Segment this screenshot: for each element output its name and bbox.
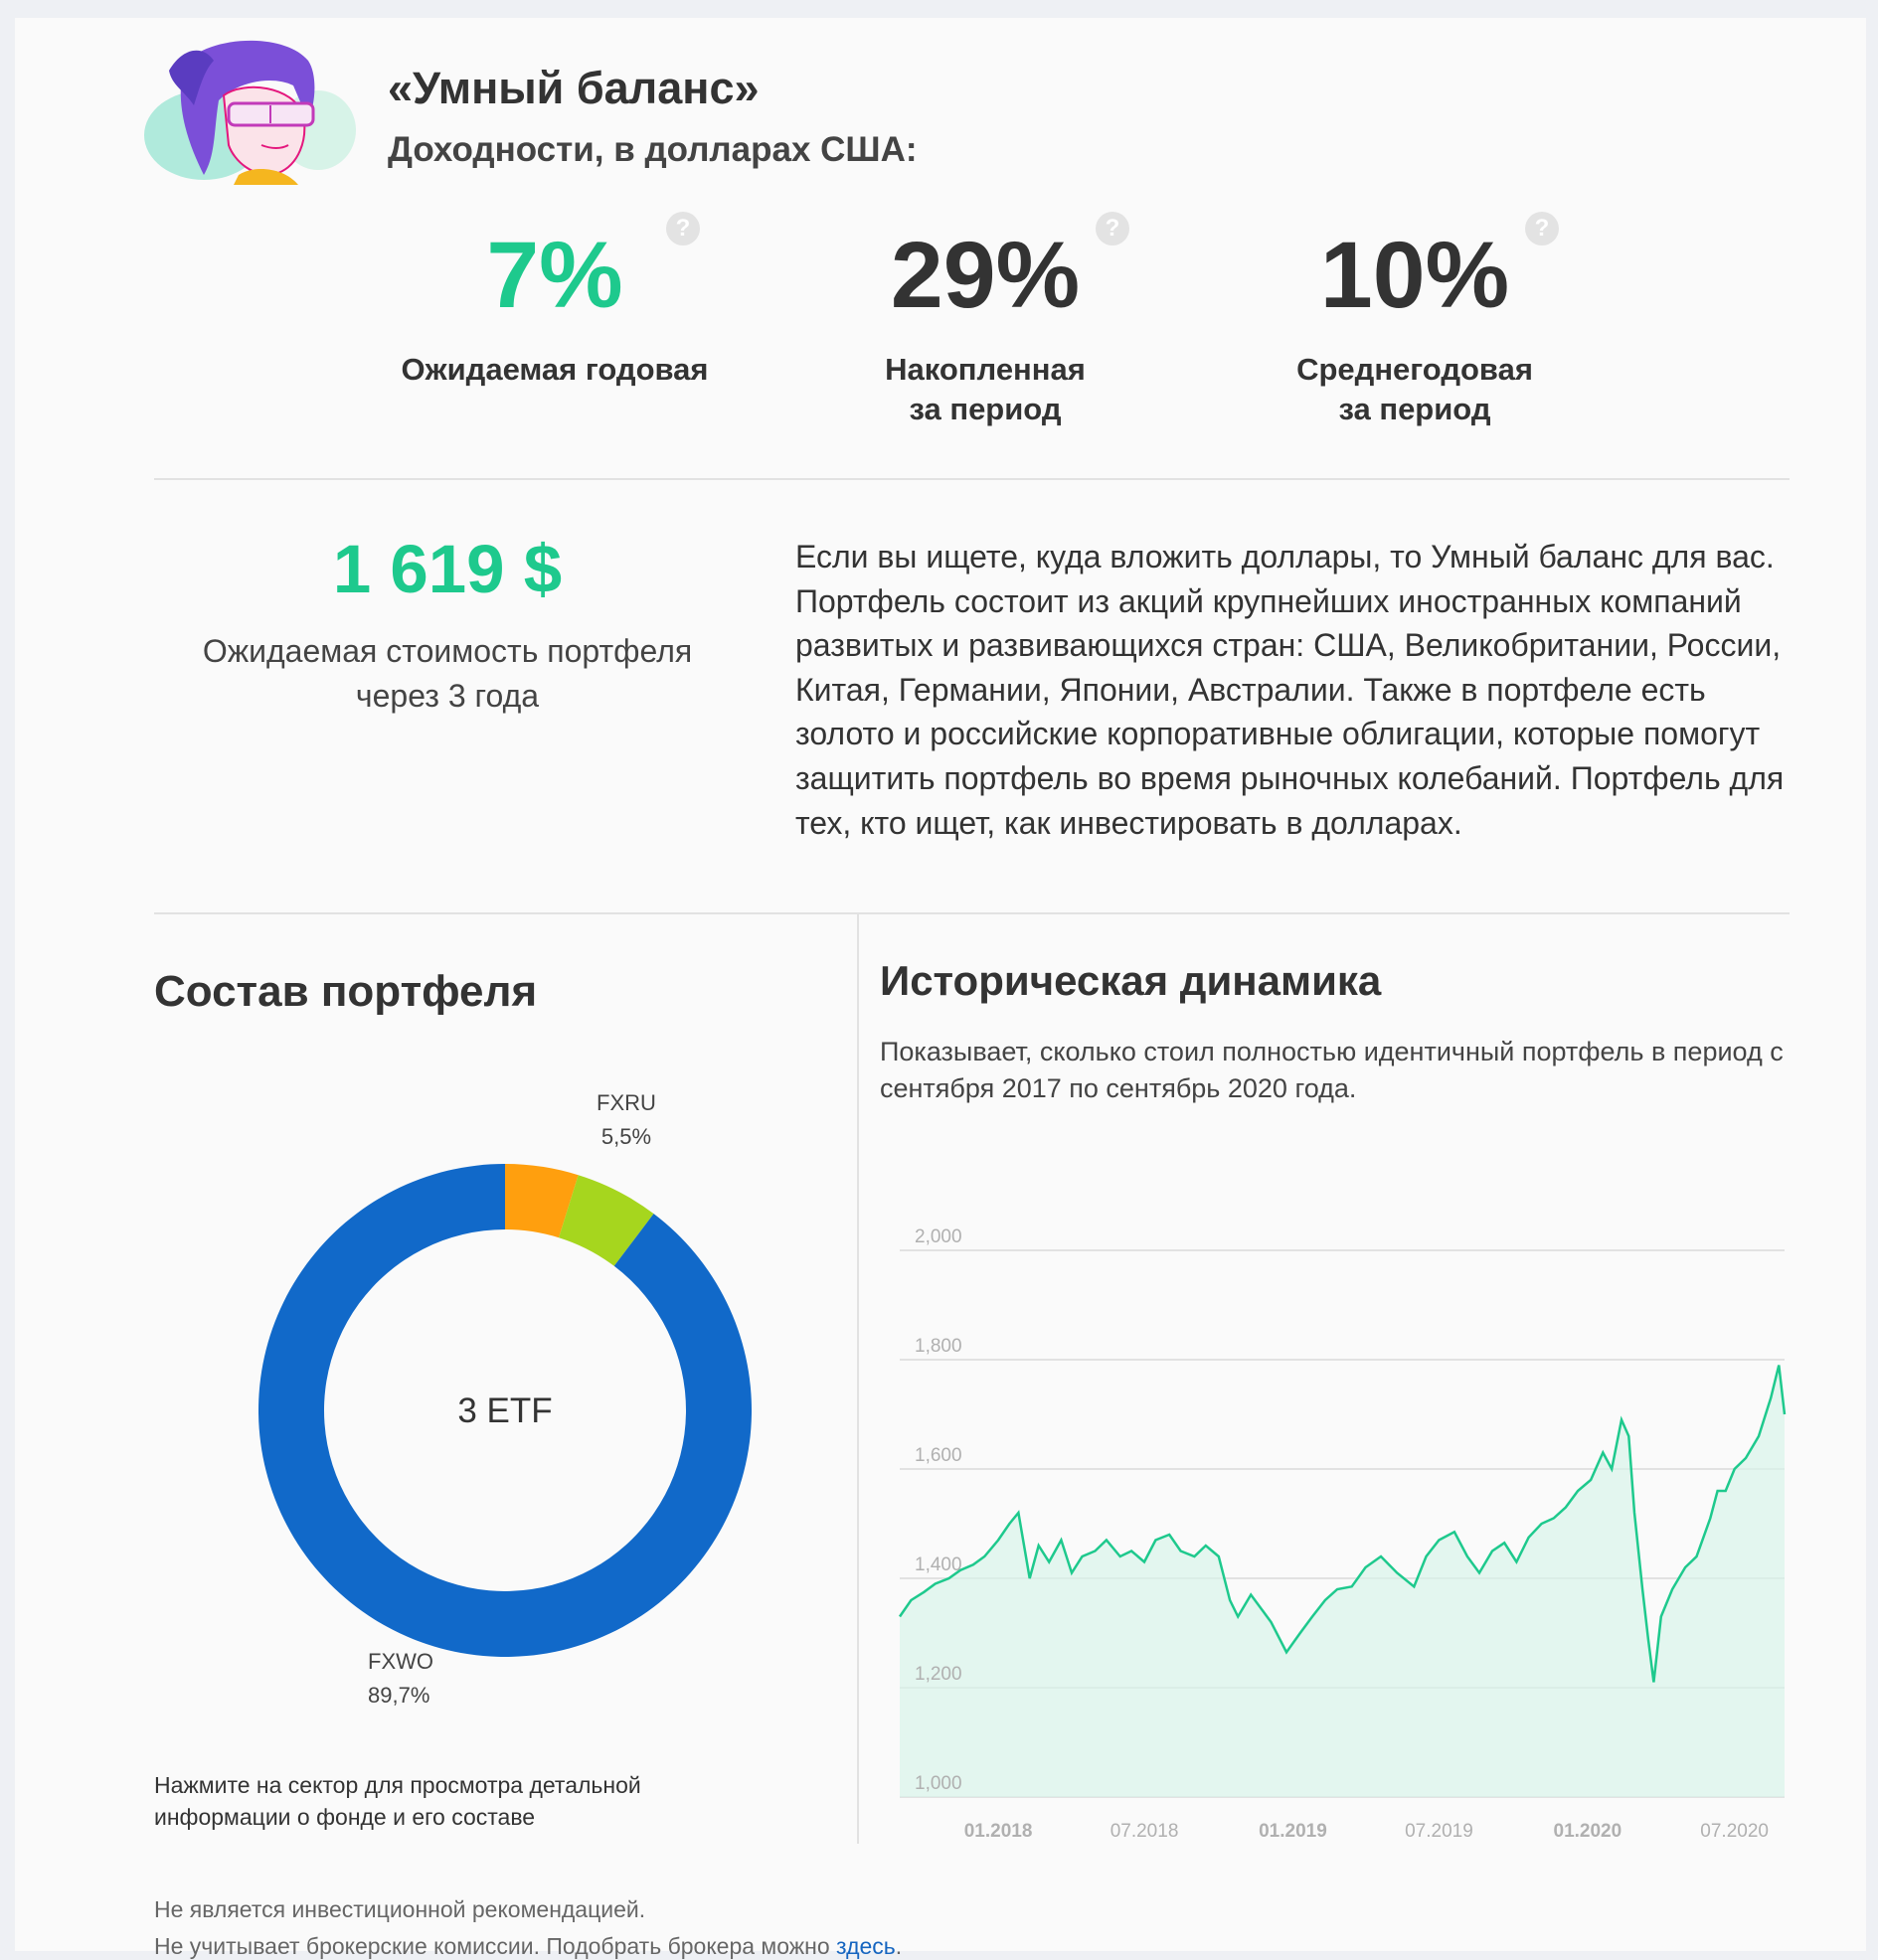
slice-name: FXWO: [368, 1649, 433, 1674]
metric-accumulated: 29% Накопленная за период: [767, 222, 1204, 429]
y-tick-label: 1,600: [915, 1445, 962, 1466]
section-divider: [154, 478, 1790, 480]
portfolio-title: «Умный баланс»: [388, 63, 760, 113]
metric-expected-annual: 7% Ожидаемая годовая: [336, 222, 773, 390]
disclaimer-line-1: Не является инвестиционной рекомендацией…: [154, 1896, 646, 1922]
metric-label: Среднегодовая за период: [1296, 352, 1533, 426]
history-line-chart[interactable]: 1,000 1,200 1,400 1,600 1,800 2,000 01.2018 07…: [880, 1206, 1794, 1862]
x-tick-label: 07.2018: [1110, 1821, 1179, 1842]
x-tick-label: 01.2018: [964, 1821, 1033, 1842]
disclaimer-text: Не учитывает брокерские комиссии. Подобр…: [154, 1933, 837, 1959]
y-tick-label: 2,000: [915, 1226, 962, 1247]
slice-percent: 5,5%: [600, 1124, 652, 1149]
y-tick-label: 1,200: [915, 1664, 962, 1685]
returns-subtitle: Доходности, в долларах США:: [388, 130, 918, 169]
composition-donut-chart[interactable]: 3 ETF: [154, 1081, 850, 1737]
x-tick-label: 01.2020: [1554, 1821, 1622, 1842]
slice-name: FXRU: [597, 1090, 656, 1115]
composition-hint: Нажмите на сектор для просмотра детально…: [154, 1772, 641, 1830]
slice-percent: 89,7%: [368, 1683, 430, 1708]
history-title: Историческая динамика: [880, 957, 1382, 1004]
portfolio-description: Если вы ищете, куда вложить доллары, то …: [795, 539, 1785, 841]
disclaimer-end: .: [895, 1933, 903, 1959]
y-tick-label: 1,800: [915, 1336, 962, 1357]
x-tick-label: 01.2019: [1259, 1821, 1327, 1842]
metric-label: Ожидаемая годовая: [401, 352, 709, 387]
metric-value: 7%: [486, 223, 623, 328]
metric-average-annual: 10% Среднегодовая за период: [1196, 222, 1633, 429]
x-tick-label: 07.2019: [1405, 1821, 1473, 1842]
help-icon[interactable]: ?: [666, 212, 700, 245]
column-divider: [857, 914, 859, 1844]
broker-link[interactable]: здесь: [836, 1933, 896, 1959]
donut-label-fxwo: FXWO 89,7%: [348, 1645, 467, 1713]
metric-value: 10%: [1319, 223, 1510, 328]
donut-label-fxru: FXRU 5,5%: [567, 1086, 686, 1154]
expected-portfolio-value: 1 619 $: [332, 531, 563, 607]
donut-center-label: 3 ETF: [457, 1391, 552, 1430]
composition-title: Состав портфеля: [154, 967, 538, 1016]
portfolio-avatar-illustration: [144, 40, 356, 185]
y-tick-label: 1,400: [915, 1554, 962, 1575]
metric-label: Накопленная за период: [885, 352, 1086, 426]
metric-value: 29%: [890, 223, 1081, 328]
help-icon[interactable]: ?: [1525, 212, 1559, 245]
history-subtitle: Показывает, сколько стоил полностью иден…: [880, 1037, 1784, 1103]
history-area-fill: [900, 1365, 1785, 1797]
x-tick-label: 07.2020: [1700, 1821, 1769, 1842]
help-icon[interactable]: ?: [1096, 212, 1129, 245]
y-tick-label: 1,000: [915, 1773, 962, 1794]
section-divider: [154, 912, 1790, 914]
portfolio-card: «Умный баланс» Доходности, в долларах СШ…: [15, 18, 1866, 1959]
disclaimer-line-2: Не учитывает брокерские комиссии. Подобр…: [154, 1933, 902, 1960]
expected-portfolio-label: Ожидаемая стоимость портфеля через 3 год…: [202, 633, 693, 714]
